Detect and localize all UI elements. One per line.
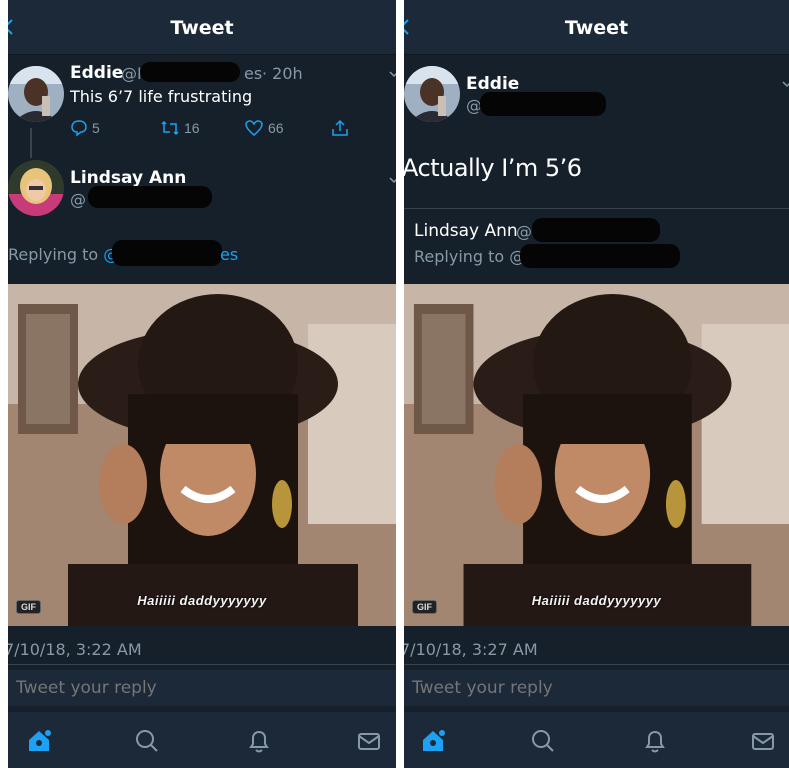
tweet-author-handle-end: es	[244, 64, 263, 83]
redaction-scribble	[88, 186, 212, 208]
reply-input[interactable]	[404, 670, 712, 706]
gif-frame-image	[8, 284, 396, 626]
reply-count: 5	[92, 120, 100, 136]
home-icon[interactable]	[420, 728, 446, 754]
reply-input[interactable]	[8, 670, 316, 706]
reply-composer[interactable]	[8, 670, 396, 706]
like-action[interactable]: 66	[244, 118, 284, 138]
redaction-scribble	[480, 92, 606, 116]
bell-icon[interactable]	[642, 728, 668, 754]
gif-frame-image	[404, 284, 789, 626]
tweet-menu-chevron-icon[interactable]	[389, 70, 396, 78]
tweet-author-name[interactable]: Eddie	[466, 74, 519, 94]
tweet-author-name[interactable]: Lindsay Ann	[70, 168, 186, 188]
search-icon[interactable]	[530, 728, 556, 754]
mail-icon[interactable]	[750, 728, 776, 754]
replying-to: Replying to @	[8, 245, 119, 264]
gif-caption: Haiiiii daddyyyyyyy	[531, 593, 662, 608]
home-icon[interactable]	[26, 728, 52, 754]
share-icon[interactable]	[330, 118, 350, 138]
replying-label: Replying to	[414, 247, 505, 266]
redaction-scribble	[112, 240, 222, 266]
like-count: 66	[268, 120, 284, 136]
left-screenshot-panel: Tweet Eddie @H es · 20h This 6’7 life fr…	[8, 0, 396, 768]
reply-icon	[71, 120, 87, 137]
mail-icon[interactable]	[356, 728, 382, 754]
search-icon[interactable]	[134, 728, 160, 754]
tweet-header: Tweet	[8, 0, 396, 55]
tweet-text: Actually I’m 5’6	[404, 154, 582, 182]
redaction-scribble	[520, 244, 680, 268]
replying-to: Replying to @	[414, 247, 525, 266]
bottom-tab-bar	[8, 712, 396, 768]
eddie-avatar[interactable]	[8, 66, 64, 122]
tweet-menu-chevron-icon[interactable]	[389, 176, 396, 184]
redaction-scribble	[140, 62, 240, 82]
tweet-gif[interactable]: GIF Haiiiii daddyyyyyyy	[404, 284, 789, 626]
divider	[404, 664, 789, 665]
retweet-count: 16	[184, 120, 200, 136]
tweet-author-name[interactable]: Eddie	[70, 63, 123, 83]
right-screenshot-panel: Tweet Eddie @H Actually I’m 5’6 Lindsay …	[404, 0, 789, 768]
redaction-scribble	[532, 218, 660, 242]
eddie-avatar[interactable]	[404, 66, 460, 122]
tweet-timestamp: 7/10/18, 3:27 AM	[404, 640, 538, 659]
reply-action[interactable]: 5	[70, 118, 100, 138]
divider	[8, 664, 396, 665]
retweet-icon	[161, 120, 179, 136]
tweet-timestamp: 7/10/18, 3:22 AM	[8, 640, 142, 659]
gif-caption: Haiiiii daddyyyyyyy	[137, 593, 267, 608]
tweet-text: This 6’7 life frustrating	[70, 87, 253, 106]
thread-line	[30, 128, 32, 158]
page-title: Tweet	[170, 17, 234, 39]
reply-author-name[interactable]: Lindsay Ann	[414, 221, 518, 241]
lindsay-avatar[interactable]	[8, 160, 64, 216]
bell-icon[interactable]	[246, 728, 272, 754]
tweet-gif[interactable]: GIF Haiiiii daddyyyyyyy	[8, 284, 396, 626]
heart-icon	[245, 120, 263, 136]
replying-handle-end[interactable]: es	[220, 245, 238, 264]
bottom-tab-bar	[404, 712, 789, 768]
page-title: Tweet	[564, 17, 629, 39]
tweet-header: Tweet	[404, 0, 789, 55]
replying-label: Replying to	[8, 245, 99, 264]
reply-composer[interactable]	[404, 670, 789, 706]
divider	[404, 208, 789, 209]
tweet-time: · 20h	[262, 64, 303, 83]
retweet-action[interactable]: 16	[160, 118, 200, 138]
tweet-menu-chevron-icon[interactable]	[782, 80, 789, 88]
tweet-author-handle[interactable]: @	[70, 190, 86, 209]
